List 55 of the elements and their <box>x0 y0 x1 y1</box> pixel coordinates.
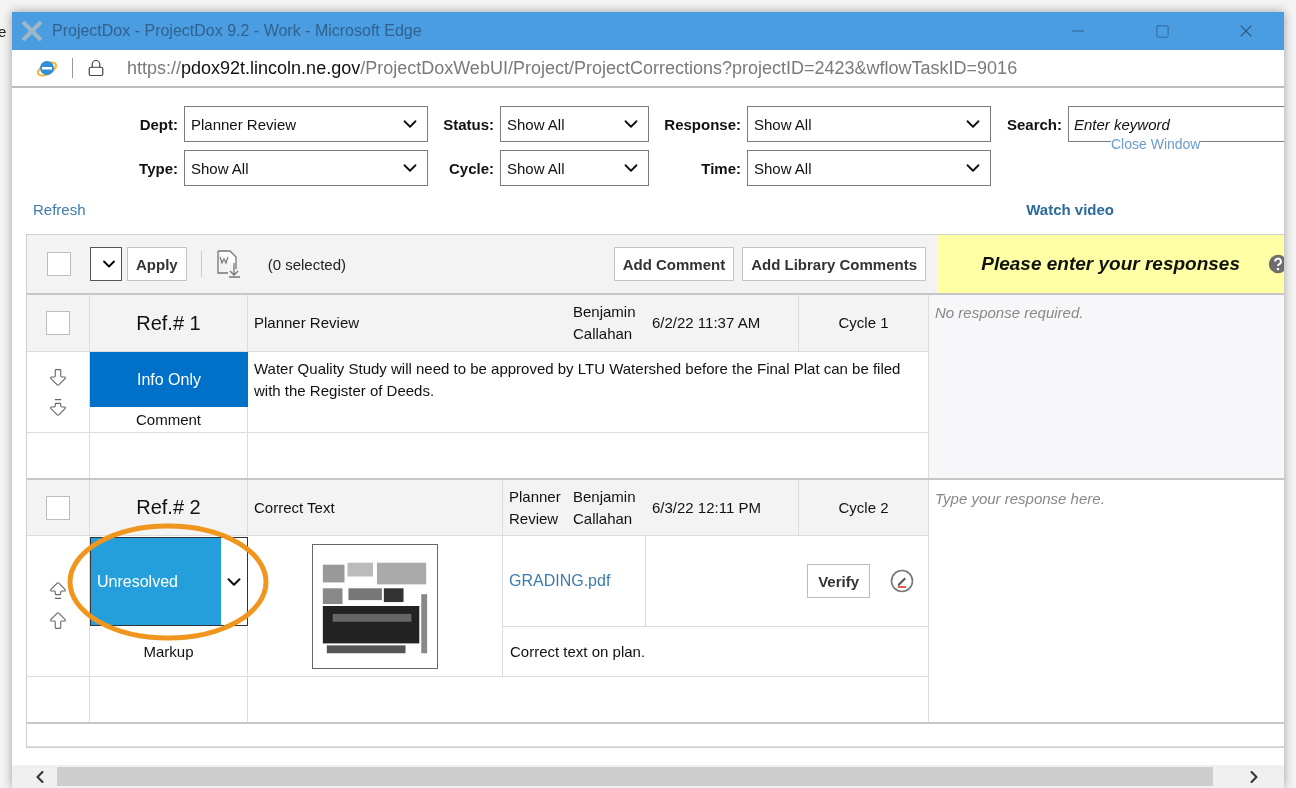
address-url[interactable]: https://pdox92t.lincoln.ne.gov/ProjectDoxWebUI/Project/ProjectCorrections?projectID=2423&wflowTaskID=9016 <box>127 57 1018 79</box>
department-text: Planner Review <box>254 313 360 334</box>
reference-number: Ref.# 2 <box>136 495 201 520</box>
filter-select[interactable]: Show All <box>747 150 991 186</box>
export-document-icon[interactable] <box>215 249 242 279</box>
filter-select[interactable]: Show All <box>747 106 991 142</box>
filter-label: Search: <box>1005 115 1062 133</box>
filter-label: Status: <box>442 115 494 133</box>
row-checkbox[interactable] <box>46 311 70 335</box>
edit-icon[interactable] <box>890 569 914 593</box>
add-comment-button[interactable]: Add Comment <box>613 247 735 281</box>
add-comment-button[interactable]: Add Library Comments <box>742 247 926 281</box>
department-text: Planner Review <box>509 486 562 529</box>
filter-label: Type: <box>138 159 178 177</box>
date-text: 6/3/22 12:11 PM <box>652 497 761 518</box>
verify-button[interactable]: Verify <box>807 564 870 598</box>
type-text: Comment <box>136 409 201 430</box>
author-name: Benjamin Callahan <box>573 302 637 344</box>
scrollbar-thumb[interactable] <box>57 767 1213 786</box>
app-logo-icon <box>20 19 44 43</box>
watch-video-link[interactable]: Watch video <box>1026 200 1114 218</box>
apply-button[interactable]: Apply <box>127 247 187 281</box>
filter-label: Time: <box>700 159 741 177</box>
row-checkbox[interactable] <box>46 495 70 520</box>
selected-count: (0 selected) <box>267 255 347 273</box>
filter-select[interactable]: Show All <box>184 150 428 186</box>
filter-select[interactable]: Show All <box>500 106 649 142</box>
reference-number: Ref.# 1 <box>136 310 201 336</box>
type-text: Markup <box>143 641 194 662</box>
arrow-down-to-line-icon[interactable] <box>47 396 69 418</box>
arrow-down-icon[interactable] <box>47 366 69 388</box>
date-text: 6/2/22 11:37 AM <box>652 313 761 334</box>
help-icon[interactable] <box>1268 254 1284 274</box>
comment-text: Water Quality Study will need to be approved by LTU Watershed before the Final Plat can be filed with the Register of Deeds. <box>254 359 902 401</box>
correction-title: Correct Text <box>254 497 335 518</box>
author-name: Benjamin Callahan <box>573 486 637 529</box>
lock-icon <box>87 59 105 77</box>
arrow-up-icon[interactable] <box>47 610 69 632</box>
window-title: ProjectDox - ProjectDox 9.2 - Work - Microsoft Edge <box>52 22 423 40</box>
correction-text: Correct text on plan. <box>510 641 646 662</box>
arrow-up-to-line-icon[interactable] <box>47 580 69 602</box>
filter-label: Dept: <box>138 115 178 133</box>
refresh-link[interactable]: Refresh <box>33 200 86 218</box>
cycle-text: Cycle 2 <box>838 497 889 518</box>
response-note: No response required. <box>935 304 1084 321</box>
cycle-text: Cycle 1 <box>838 313 889 334</box>
filter-select[interactable]: Planner Review <box>184 106 428 142</box>
file-link[interactable]: GRADING.pdf <box>509 572 611 590</box>
select-all-checkbox[interactable] <box>46 252 71 276</box>
filter-select[interactable]: Show All <box>500 150 649 186</box>
filter-label: Cycle: <box>447 159 494 177</box>
banner-text: Please enter your responses <box>981 253 1240 275</box>
filter-label: Response: <box>663 115 741 133</box>
action-select[interactable] <box>90 247 122 281</box>
status-badge: Info Only <box>90 352 248 407</box>
